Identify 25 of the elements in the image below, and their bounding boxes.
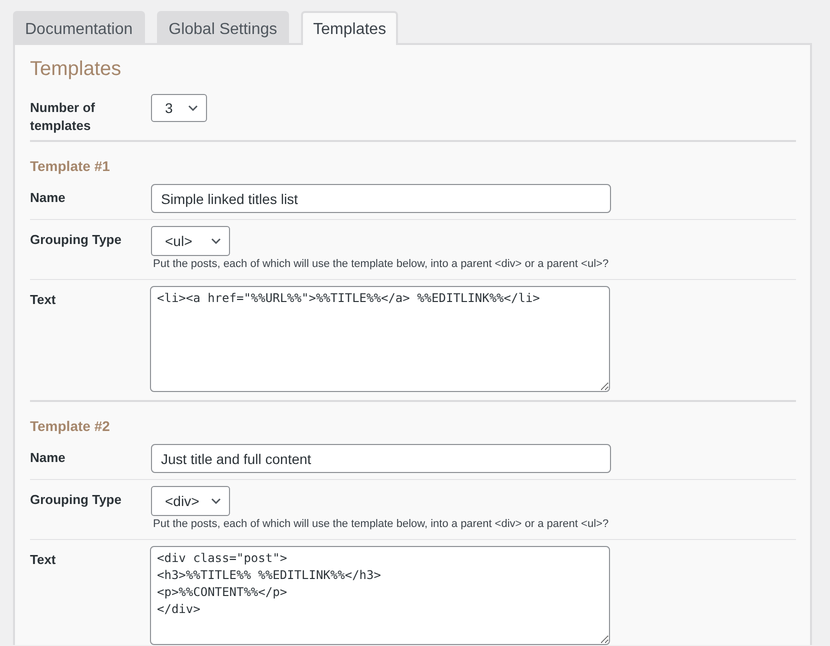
nav-tab[interactable]: Documentation bbox=[13, 11, 145, 43]
field-label: Text bbox=[30, 291, 57, 309]
nav-tab[interactable]: Templates bbox=[301, 11, 398, 45]
name-input[interactable]: Just title and full content bbox=[151, 444, 611, 473]
help-text: Put the posts, each of which will use the template below, into a parent <div> or a parent <ul>? bbox=[152, 517, 609, 531]
template-text-area[interactable]: <div class="post"> <h3>%%TITLE%% %%EDITLINK%%</h3> <p>%%CONTENT%%</p> </div> bbox=[150, 546, 610, 645]
section-heading: Template #1 bbox=[30, 157, 111, 176]
dropdown-select[interactable]: <ul> bbox=[151, 226, 230, 256]
field-label: Text bbox=[30, 551, 57, 569]
field-label: Name bbox=[30, 449, 66, 467]
field-label: Grouping Type bbox=[30, 231, 122, 249]
field-label: Number of templates bbox=[30, 99, 96, 135]
chevron-down-icon bbox=[211, 238, 221, 244]
template-text-area[interactable]: <li><a href="%%URL%%">%%TITLE%%</a> %%EDITLINK%%</li> bbox=[150, 286, 610, 392]
help-text: Put the posts, each of which will use the template below, into a parent <div> or a parent <ul>? bbox=[152, 257, 609, 271]
name-input[interactable]: Simple linked titles list bbox=[151, 184, 611, 213]
field-label: Grouping Type bbox=[30, 491, 122, 509]
page-title: Templates bbox=[30, 57, 122, 82]
chevron-down-icon bbox=[188, 105, 198, 111]
field-label: Name bbox=[30, 189, 66, 207]
section-heading: Template #2 bbox=[30, 417, 111, 436]
nav-tab[interactable]: Global Settings bbox=[156, 11, 290, 43]
dropdown-select[interactable]: <div> bbox=[151, 486, 230, 516]
dropdown-select[interactable]: 3 bbox=[151, 94, 207, 122]
chevron-down-icon bbox=[211, 498, 221, 504]
